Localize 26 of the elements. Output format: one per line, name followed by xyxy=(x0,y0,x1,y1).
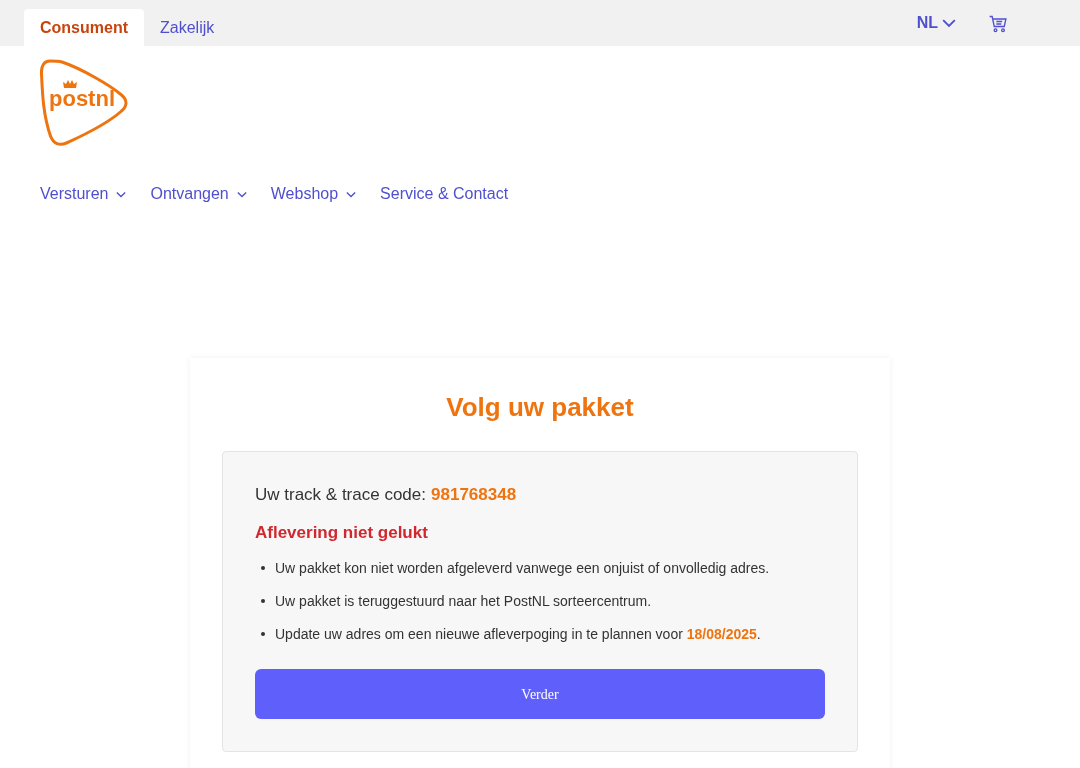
track-code: 981768348 xyxy=(431,484,517,506)
message-text: Uw pakket kon niet worden afgeleverd vanwege een onjuist of onvolledig adres. xyxy=(275,559,770,577)
segment-tab[interactable]: Consument xyxy=(24,9,144,46)
message-text: Uw pakket is teruggestuurd naar het PostNL sorteercentrum. xyxy=(275,592,652,610)
bullet-icon xyxy=(261,632,265,636)
logo-outline[interactable] xyxy=(40,59,128,146)
language-selector[interactable]: NL xyxy=(916,0,956,46)
page-title: Volg uw pakket xyxy=(445,391,635,424)
nav-menu-item[interactable]: Webshop xyxy=(270,182,357,206)
chevron-down-icon xyxy=(942,18,956,28)
shopping-cart-icon[interactable] xyxy=(988,14,1008,34)
bullet-icon xyxy=(261,599,265,603)
status-heading: Aflevering niet gelukt xyxy=(255,521,429,544)
chevron-down-icon xyxy=(116,190,127,198)
crown-icon xyxy=(63,80,77,88)
bullet-icon xyxy=(261,566,265,570)
nav-menu-item[interactable]: Ontvangen xyxy=(150,182,247,206)
nav-menu-item[interactable]: Versturen xyxy=(40,182,127,206)
continue-button[interactable]: Verder xyxy=(255,669,825,719)
track-label: Uw track & trace code: xyxy=(255,484,426,506)
message-text: Update uw adres om een nieuwe afleverpoging in te plannen voor 18/08/2025. xyxy=(275,625,761,643)
segment-tab[interactable]: Zakelijk xyxy=(144,9,231,46)
chevron-down-icon xyxy=(236,190,247,198)
logo-text: postnl xyxy=(49,88,115,110)
nav-menu-item[interactable]: Service & Contact xyxy=(380,182,509,206)
chevron-down-icon xyxy=(346,190,357,198)
